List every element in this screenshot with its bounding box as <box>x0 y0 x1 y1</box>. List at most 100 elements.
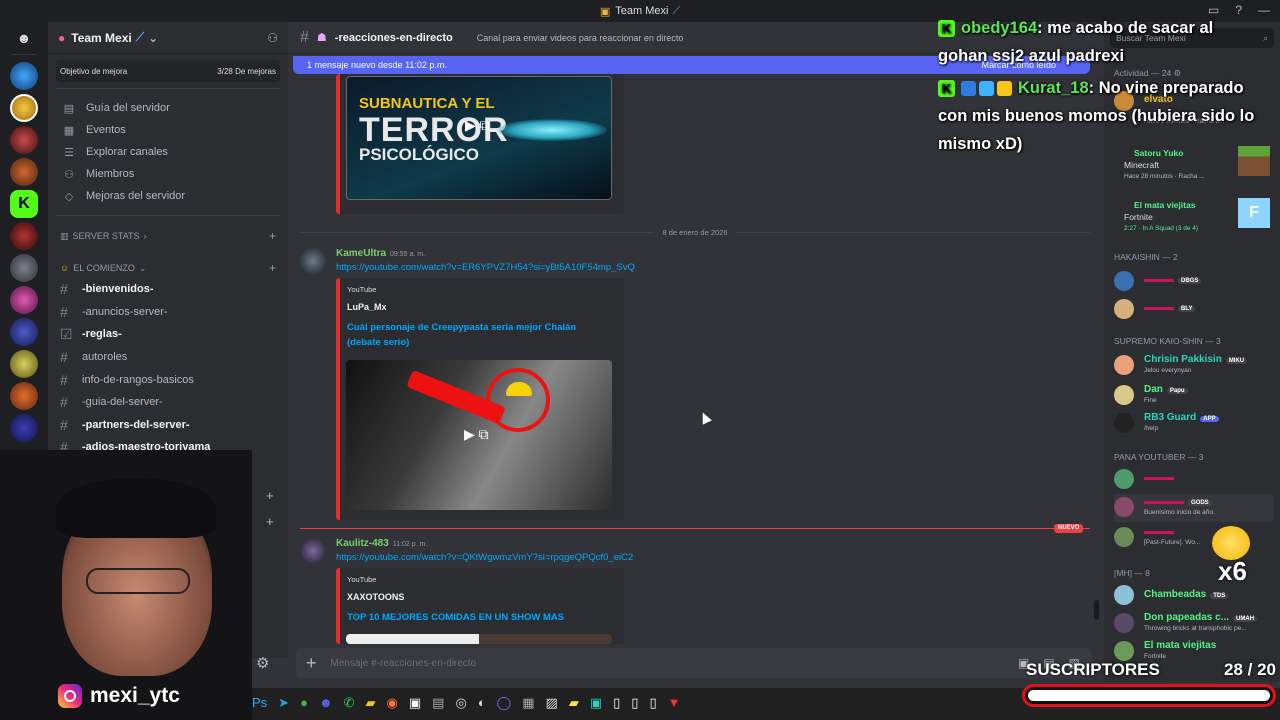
discord-home-icon[interactable]: ☻ <box>10 26 38 50</box>
server-icon[interactable] <box>10 254 38 282</box>
minecraft-icon <box>1238 146 1270 176</box>
server-emoji-icon: ● <box>58 30 66 45</box>
channel-guia[interactable]: # -guia-del-server- <box>48 391 288 414</box>
channel-partners[interactable]: # -partners-del-server- <box>48 414 288 437</box>
server-icon[interactable] <box>10 62 38 90</box>
boost-goal[interactable]: Objetivo de mejora 3/28 De mejoras <box>56 60 280 82</box>
minimize-icon[interactable]: — <box>1258 3 1270 17</box>
kick-server-icon[interactable]: K <box>10 190 38 218</box>
member-item[interactable]: Satoru Yuko Minecraft Hace 28 minutos · Ra… <box>1114 146 1274 180</box>
add-member-icon[interactable]: ⚇ <box>267 31 278 45</box>
member-item[interactable]: Chrisin Pakkisin MIKU Jelou everynyan <box>1114 352 1274 380</box>
chat-scrollbar[interactable] <box>1094 600 1099 620</box>
nav-events[interactable]: ▦ Eventos <box>48 119 288 141</box>
file-icon[interactable]: ▯ <box>649 695 656 711</box>
server-icon[interactable] <box>10 414 38 442</box>
embed-title[interactable]: Cuál personaje de Creepypasta sería mejo… <box>347 320 607 350</box>
server-icon[interactable] <box>10 350 38 378</box>
avatar[interactable] <box>300 248 326 274</box>
add-channel-icon[interactable]: + <box>266 514 274 529</box>
message-link[interactable]: https://youtube.com/watch?v=ER6YPVZ7H54?… <box>336 262 635 273</box>
avatar[interactable] <box>300 538 326 564</box>
message-author[interactable]: KameUltra 09:55 a. m. <box>336 248 425 259</box>
nav-server-boosts[interactable]: ◇ Mejoras del servidor <box>48 185 288 207</box>
app-icon[interactable]: ▣ <box>409 695 421 711</box>
mouse-cursor-icon <box>698 410 712 425</box>
app-icon[interactable]: ◯ <box>497 695 512 711</box>
app-icon[interactable]: ▤ <box>432 695 444 711</box>
server-icon[interactable] <box>10 318 38 346</box>
server-icon[interactable] <box>10 286 38 314</box>
category-server-stats[interactable]: ▥ SERVER STATS › + <box>48 226 288 246</box>
message-author[interactable]: Kaulitz-483 11:02 p. m. <box>336 538 427 549</box>
file-icon[interactable]: ▯ <box>631 695 638 711</box>
member-item[interactable]: El mata viejitas Fortnite 2:27 · In A Squa… <box>1114 198 1274 232</box>
add-channel-icon[interactable]: + <box>269 229 276 243</box>
server-header[interactable]: ● Team Mexi ⟋ ⌄ ⚇ <box>48 22 288 54</box>
server-icon[interactable] <box>10 222 38 250</box>
channel-anuncios[interactable]: # -anuncios-server- <box>48 301 288 324</box>
nav-server-guide[interactable]: ▤ Guía del servidor <box>48 97 288 119</box>
app-icon[interactable]: ◐ <box>478 695 486 711</box>
settings-gear-icon[interactable]: ⚙ <box>256 654 269 672</box>
add-channel-icon[interactable]: + <box>266 488 274 503</box>
member-item[interactable]: ▬▬▬ <box>1114 466 1274 494</box>
notes-icon[interactable]: ▰ <box>569 695 579 711</box>
category-el-comienzo[interactable]: ☺ EL COMIENZO ⌄ + <box>48 258 288 278</box>
channel-topic[interactable]: Canal para enviar videos para reaccionar… <box>477 33 684 43</box>
thumbnail-text: SUBNAUTICA Y EL <box>359 95 495 112</box>
server-icon[interactable] <box>10 382 38 410</box>
help-icon[interactable]: ? <box>1235 3 1242 17</box>
whatsapp-icon[interactable]: ✆ <box>344 695 355 711</box>
avatar <box>1114 385 1134 405</box>
member-item[interactable]: ▬▬▬ BLY <box>1114 296 1274 324</box>
subscriber-progress-fill <box>1028 690 1270 701</box>
play-icon[interactable]: ▶ ⧉ <box>465 117 490 134</box>
channel-autoroles[interactable]: # autoroles <box>48 346 288 369</box>
channel-bienvenidos[interactable]: # -bienvenidos- <box>48 278 288 301</box>
add-channel-icon[interactable]: + <box>269 261 276 275</box>
member-category: HAKAISHIN — 2 <box>1114 252 1178 262</box>
date-separator: 8 de enero de 2026 <box>300 226 1090 238</box>
discord-icon[interactable]: ☻ <box>319 695 333 711</box>
nav-browse-channels[interactable]: ☰ Explorar canales <box>48 141 288 163</box>
server-icon[interactable] <box>10 94 38 122</box>
nav-members[interactable]: ⚇ Miembros <box>48 163 288 185</box>
message-input[interactable]: Mensaje #-reacciones-en-directo <box>331 658 477 669</box>
kick-badge-icon: K <box>938 80 955 98</box>
browser-icon[interactable]: ◉ <box>387 695 398 711</box>
app-icon[interactable]: ▼ <box>668 695 681 711</box>
embed-author[interactable]: XAXOTOONS <box>347 592 404 602</box>
file-icon[interactable]: ▯ <box>613 695 620 711</box>
app-icon[interactable]: ▨ <box>546 695 558 711</box>
video-thumbnail[interactable] <box>346 634 612 644</box>
message-link[interactable]: https://youtube.com/watch?v=QKtWgwmzVmY?… <box>336 552 633 563</box>
search-icon: ⌕ <box>1263 33 1268 43</box>
member-item[interactable]: RB3 Guard APP/help <box>1114 410 1274 438</box>
obs-icon[interactable]: ◎ <box>455 695 466 711</box>
chart-icon: ▥ <box>60 230 69 241</box>
member-item[interactable]: ▬▬▬▬ GODS Buenísimo inicio de año. <box>1114 494 1274 522</box>
embed-title[interactable]: TOP 10 MEJORES COMIDAS EN UN SHOW MAS <box>347 610 617 625</box>
embed-author[interactable]: LuPa_Mx <box>347 302 387 312</box>
member-item[interactable]: Dan Papu Fine <box>1114 382 1274 410</box>
avatar <box>1114 527 1134 547</box>
play-icon[interactable]: ▶ ⧉ <box>464 426 489 443</box>
server-icon[interactable] <box>10 126 38 154</box>
channel-reglas[interactable]: ☑ -reglas- <box>48 323 288 346</box>
photoshop-icon[interactable]: Ps <box>252 695 267 711</box>
member-category: SUPREMO KAIO-SHIN — 3 <box>1114 336 1221 346</box>
app-icon[interactable]: ● <box>300 695 308 711</box>
member-item[interactable]: ▬▬▬ DBGS <box>1114 268 1274 296</box>
video-thumbnail[interactable]: ▶ ⧉ <box>346 360 612 510</box>
member-item[interactable]: Don papeadas c... UMAH Throwing bricks at … <box>1114 610 1274 638</box>
attach-plus-icon[interactable]: + <box>306 653 317 674</box>
video-thumbnail[interactable]: SUBNAUTICA Y EL TERROR PSICOLÓGICO ▶ ⧉ <box>346 76 612 200</box>
channel-info-rangos[interactable]: # info-de-rangos-basicos <box>48 368 288 391</box>
app-icon[interactable]: ▣ <box>590 695 602 711</box>
app-icon[interactable]: ▦ <box>522 695 534 711</box>
folder-icon[interactable]: ▰ <box>366 695 376 711</box>
message-composer[interactable]: + Mensaje #-reacciones-en-directo ▣ ▤ ▧ <box>296 648 1092 678</box>
telegram-icon[interactable]: ➤ <box>278 695 289 711</box>
server-icon[interactable] <box>10 158 38 186</box>
